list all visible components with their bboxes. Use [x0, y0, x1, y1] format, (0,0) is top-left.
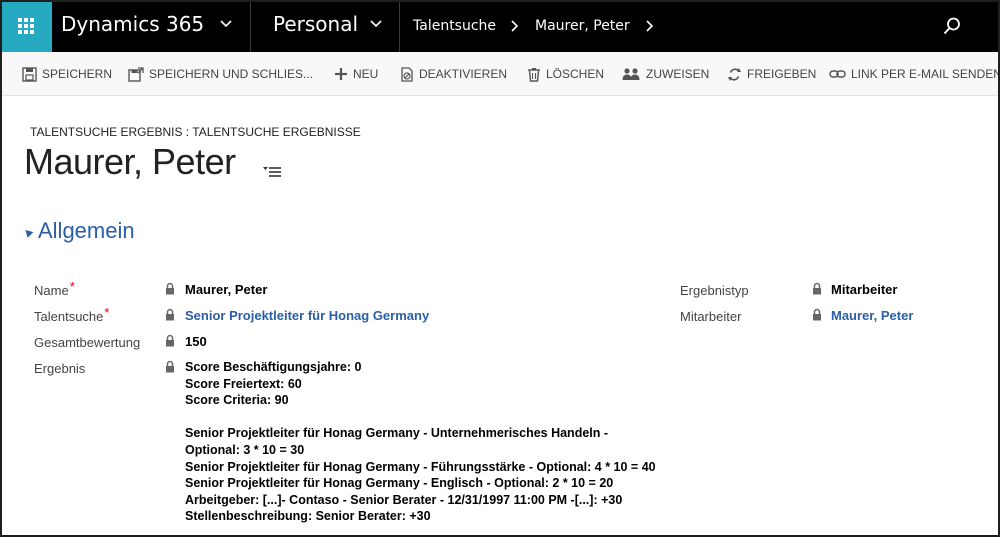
window-frame — [0, 0, 1000, 537]
